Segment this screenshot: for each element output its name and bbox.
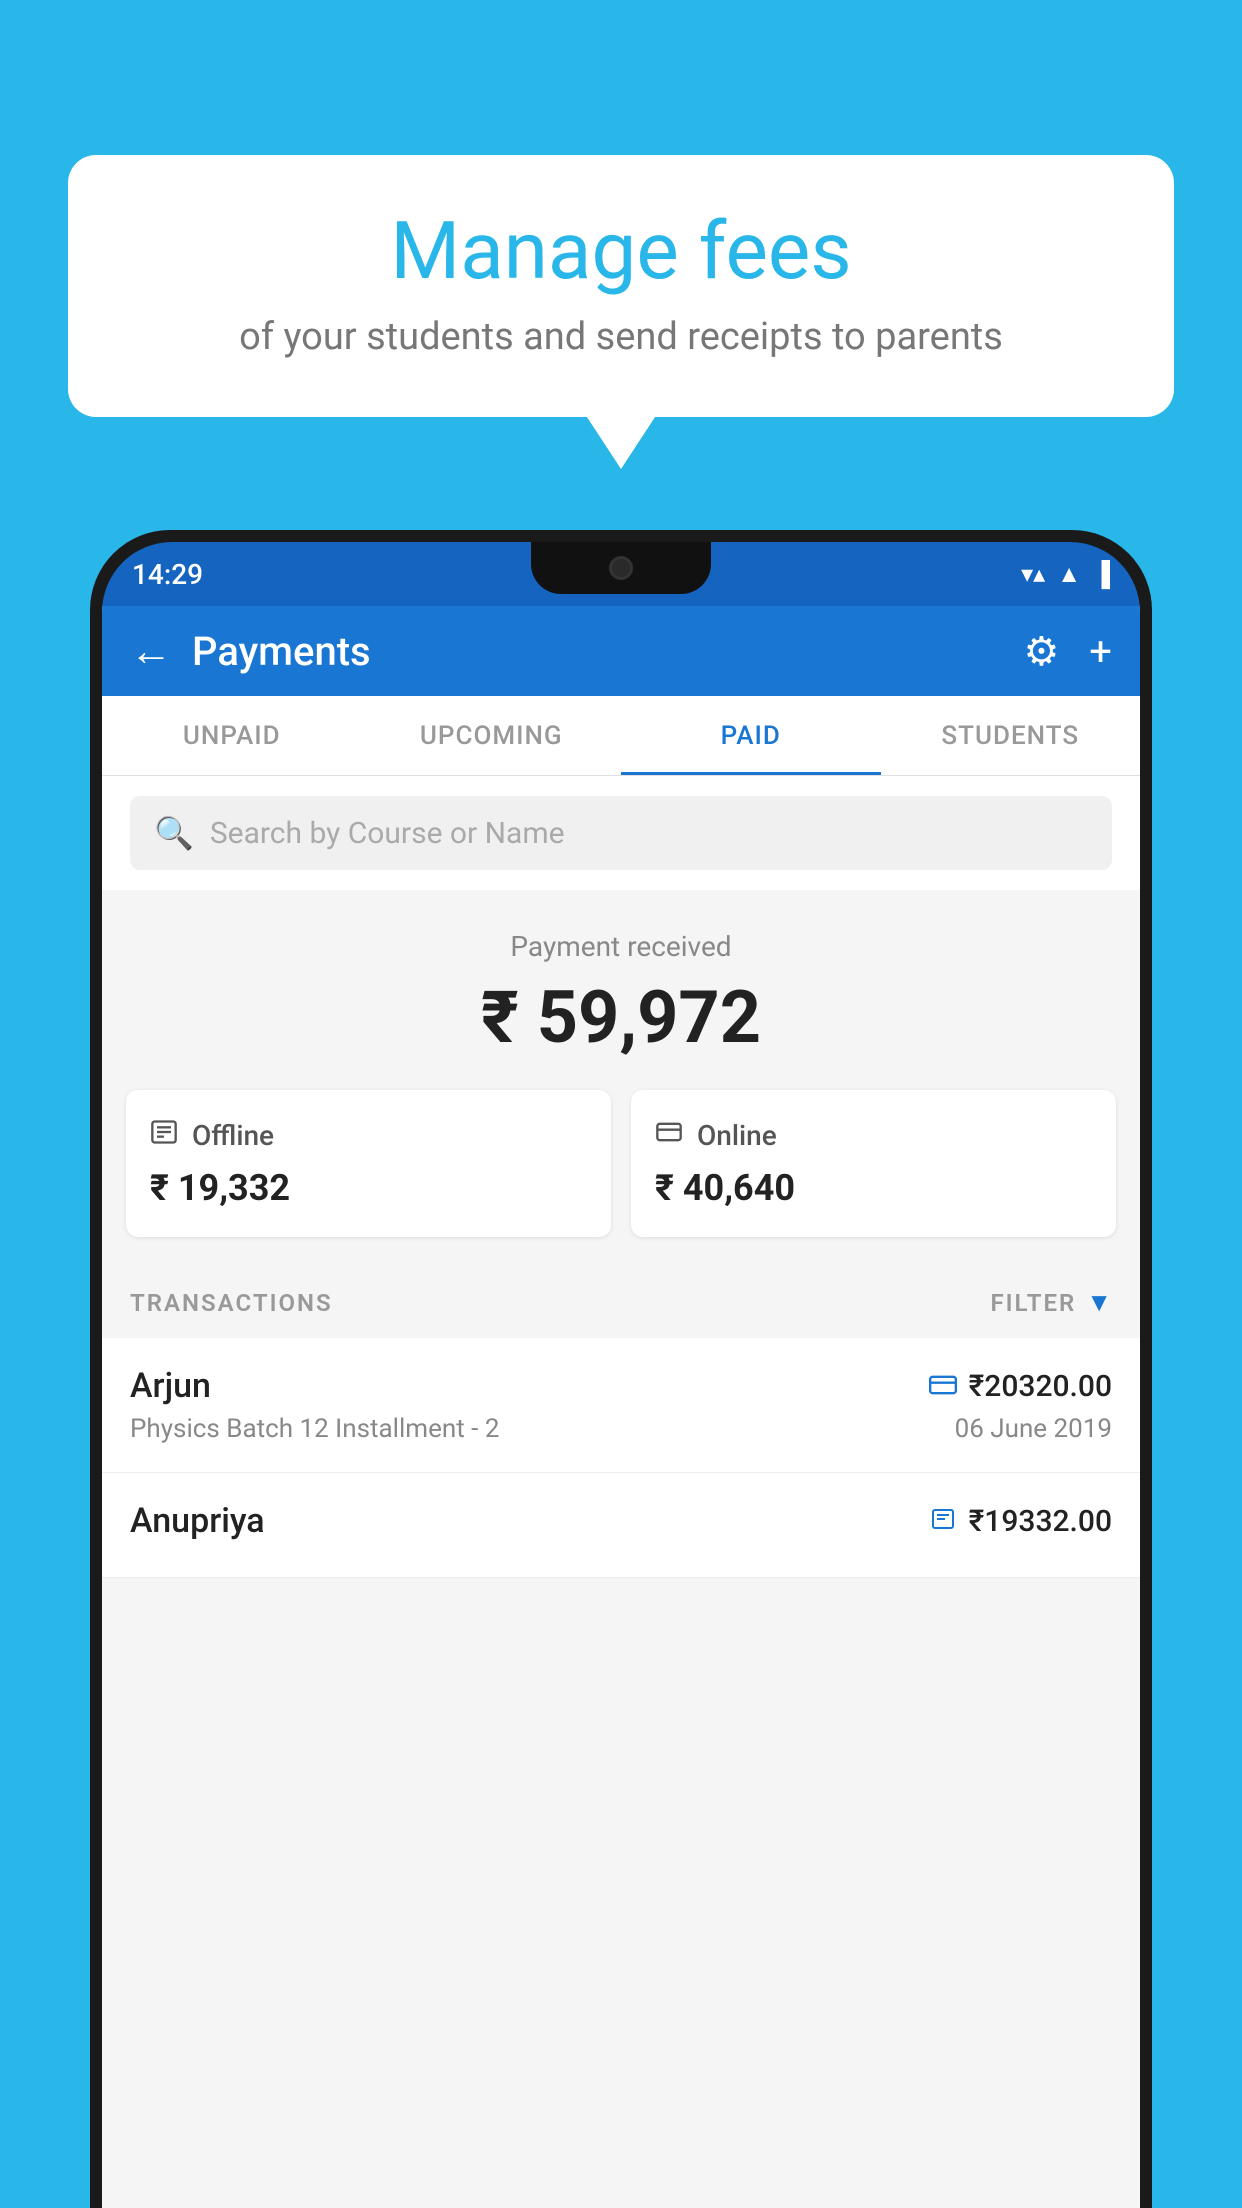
offline-payment-icon-2 [929,1505,957,1538]
transaction-date-1: 06 June 2019 [955,1414,1112,1444]
phone-screen: 14:29 ▾▴ ▲ ▐ ← Payments ⚙ + [102,542,1140,2208]
filter-button[interactable]: FILTER ▼ [990,1287,1112,1318]
transactions-label: TRANSACTIONS [130,1289,333,1317]
tab-unpaid[interactable]: UNPAID [102,696,362,775]
header-left: ← Payments [130,627,371,676]
status-time: 14:29 [132,558,203,591]
offline-card: Offline ₹ 19,332 [126,1090,611,1237]
online-amount: ₹ 40,640 [655,1167,1092,1209]
front-camera [609,556,633,580]
table-row[interactable]: Anupriya ₹19332.00 [102,1473,1140,1578]
online-label: Online [697,1119,777,1152]
speech-bubble: Manage fees of your students and send re… [68,155,1174,417]
transaction-amount-wrap-2: ₹19332.00 [929,1504,1112,1539]
transactions-header: TRANSACTIONS FILTER ▼ [102,1267,1140,1338]
bubble-subtitle: of your students and send receipts to pa… [128,315,1114,359]
search-icon: 🔍 [154,814,194,852]
transaction-top-1: Arjun ₹20320.00 [130,1366,1112,1406]
payment-cards: Offline ₹ 19,332 Online [102,1090,1140,1267]
search-bar[interactable]: 🔍 Search by Course or Name [130,796,1112,870]
online-icon [655,1118,683,1153]
app-header: ← Payments ⚙ + [102,606,1140,696]
payment-received-section: Payment received ₹ 59,972 [102,890,1140,1090]
offline-label: Offline [192,1119,274,1152]
search-input[interactable]: Search by Course or Name [210,816,565,851]
online-card: Online ₹ 40,640 [631,1090,1116,1237]
notch [531,542,711,594]
transaction-bottom-1: Physics Batch 12 Installment - 2 06 June… [130,1414,1112,1444]
table-row[interactable]: Arjun ₹20320.00 Physics Batch 12 Install… [102,1338,1140,1473]
status-icons: ▾▴ ▲ ▐ [1021,560,1110,589]
transaction-name-2: Anupriya [130,1501,265,1541]
header-title: Payments [192,628,371,675]
transaction-amount-1: ₹20320.00 [969,1369,1112,1404]
tab-upcoming[interactable]: UPCOMING [362,696,622,775]
phone-frame: 14:29 ▾▴ ▲ ▐ ← Payments ⚙ + [90,530,1152,2208]
tab-students[interactable]: STUDENTS [881,696,1141,775]
offline-amount: ₹ 19,332 [150,1167,587,1209]
back-button[interactable]: ← [130,627,172,676]
battery-icon: ▐ [1093,560,1110,589]
search-container: 🔍 Search by Course or Name [102,776,1140,890]
tabs: UNPAID UPCOMING PAID STUDENTS [102,696,1140,776]
settings-icon[interactable]: ⚙ [1023,628,1059,675]
app-content: ← Payments ⚙ + UNPAID UPCOMING PAID [102,606,1140,2208]
add-button[interactable]: + [1089,628,1112,675]
transaction-name-1: Arjun [130,1366,211,1406]
offline-card-header: Offline [150,1118,587,1153]
filter-icon: ▼ [1086,1287,1112,1318]
transaction-amount-wrap-1: ₹20320.00 [929,1369,1112,1404]
online-payment-icon-1 [929,1370,957,1403]
transaction-top-2: Anupriya ₹19332.00 [130,1501,1112,1541]
offline-icon [150,1118,178,1153]
online-card-header: Online [655,1118,1092,1153]
transaction-detail-1: Physics Batch 12 Installment - 2 [130,1414,499,1444]
tab-paid[interactable]: PAID [621,696,881,775]
wifi-icon: ▾▴ [1021,560,1045,588]
header-right: ⚙ + [1023,628,1112,675]
transaction-amount-2: ₹19332.00 [969,1504,1112,1539]
signal-icon: ▲ [1057,560,1081,589]
filter-label: FILTER [990,1289,1076,1317]
payment-label: Payment received [102,930,1140,963]
bubble-title: Manage fees [128,207,1114,295]
payment-amount: ₹ 59,972 [102,975,1140,1060]
